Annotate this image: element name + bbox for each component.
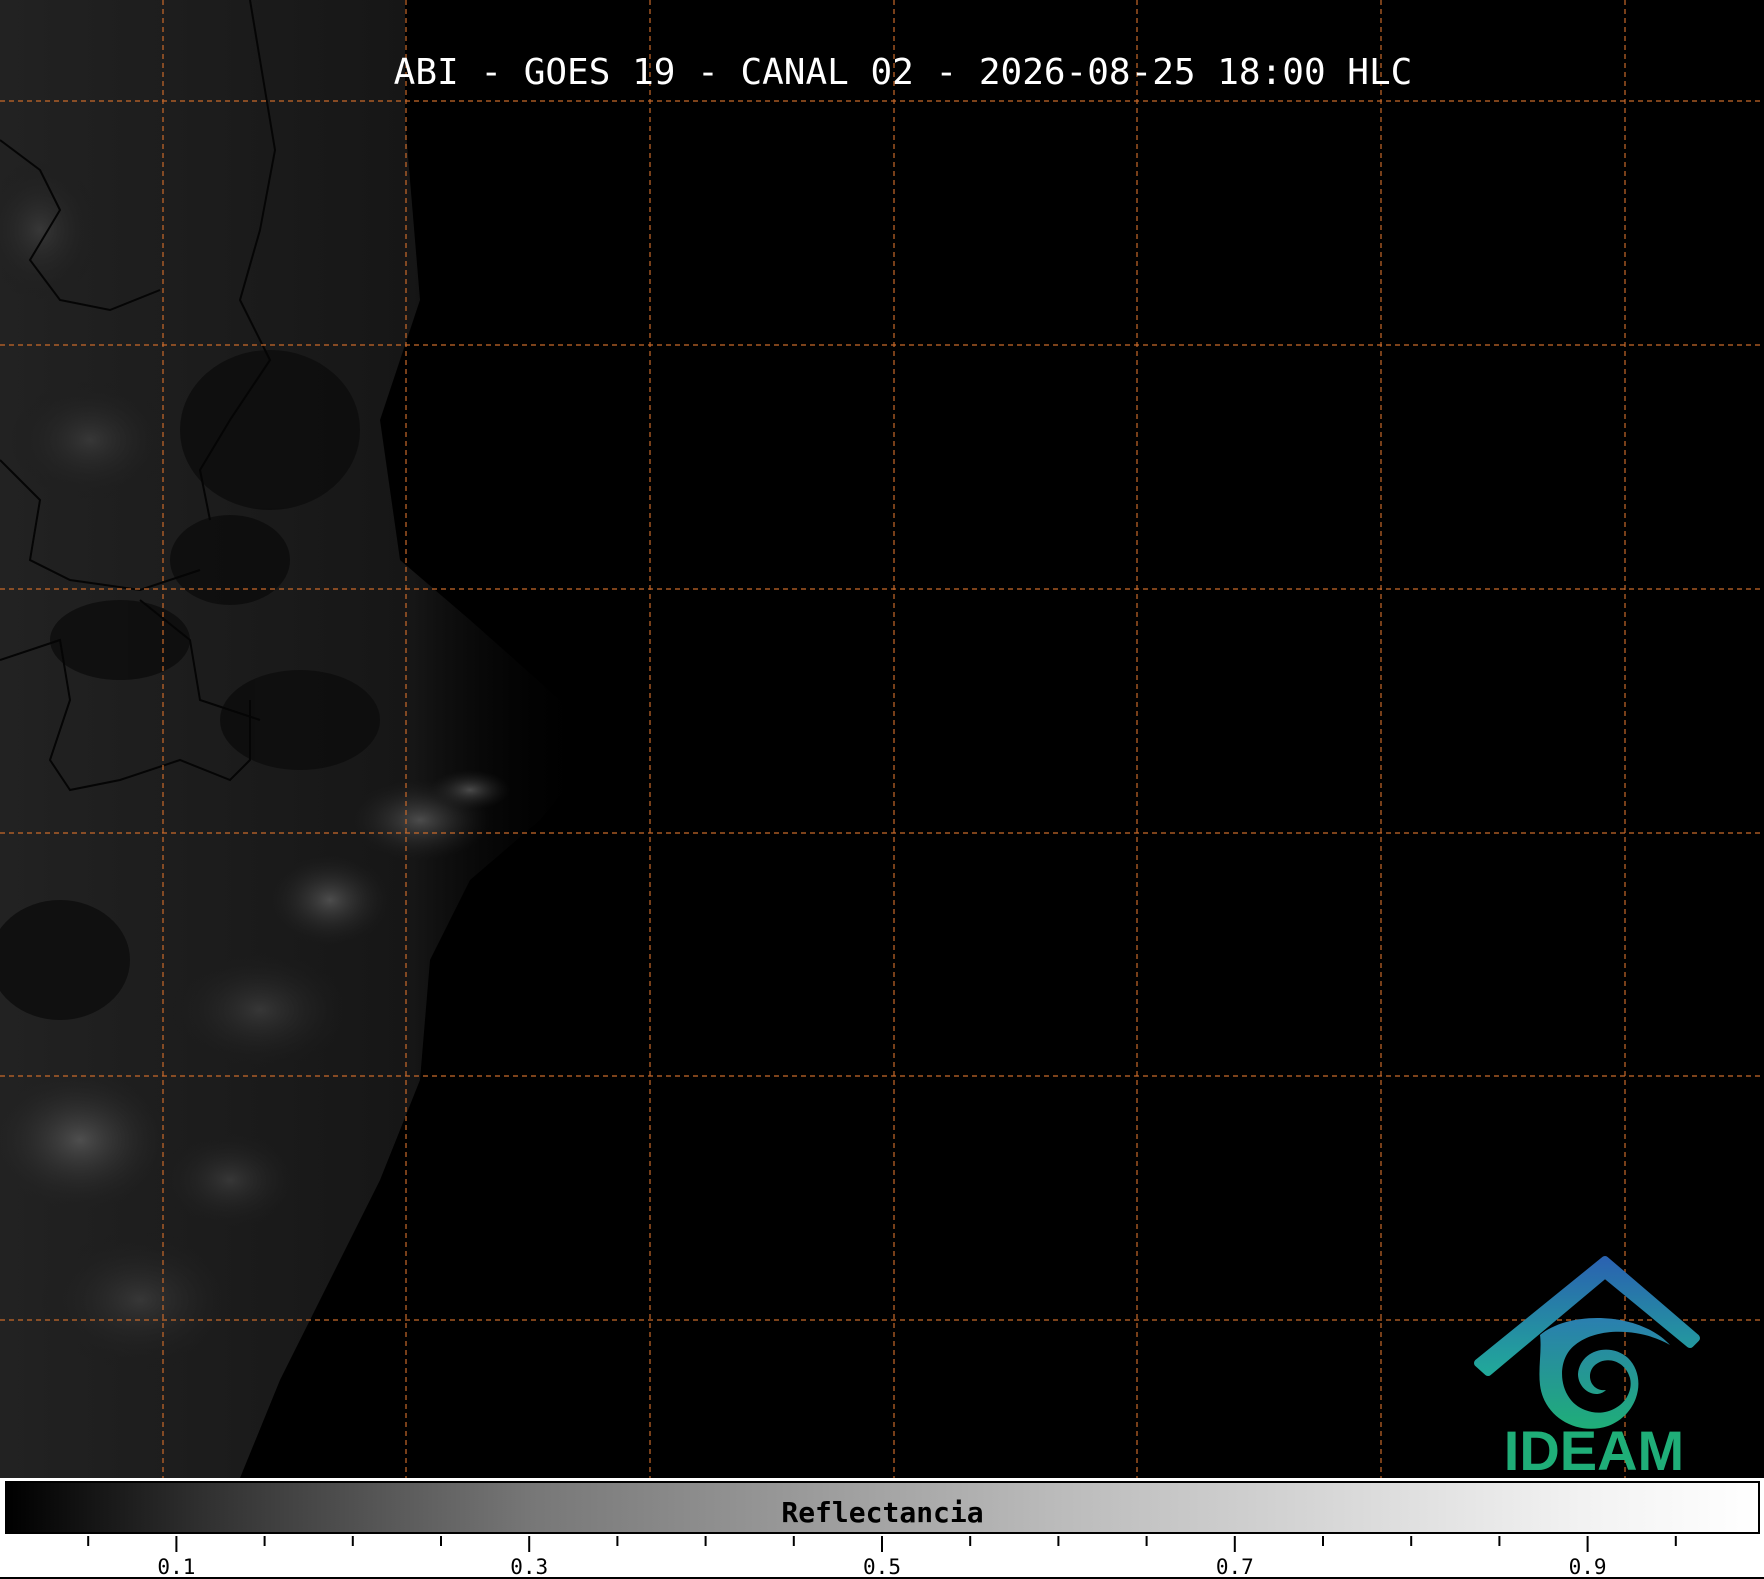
eye-swirl-icon [1539,1318,1670,1429]
map-title: ABI - GOES 19 - CANAL 02 - 2026-08-25 18… [393,52,1413,93]
satellite-map: ABI - GOES 19 - CANAL 02 - 2026-08-25 18… [0,0,1764,1478]
tick-label: 0.3 [510,1555,549,1579]
colorbar-label: Reflectancia [781,1496,984,1529]
tick-label: 0.5 [863,1555,901,1579]
colorbar: Reflectancia [5,1481,1760,1534]
logo-text: IDEAM [1504,1419,1684,1478]
colorbar-container: Reflectancia 0.1 0.3 0.5 0.7 0.9 [0,1478,1764,1579]
tick-label: 0.9 [1568,1555,1607,1579]
ideam-logo: IDEAM [1474,1256,1700,1478]
tick-label: 0.7 [1215,1555,1254,1579]
roof-icon [1474,1256,1700,1376]
tick-label: 0.1 [157,1555,196,1579]
